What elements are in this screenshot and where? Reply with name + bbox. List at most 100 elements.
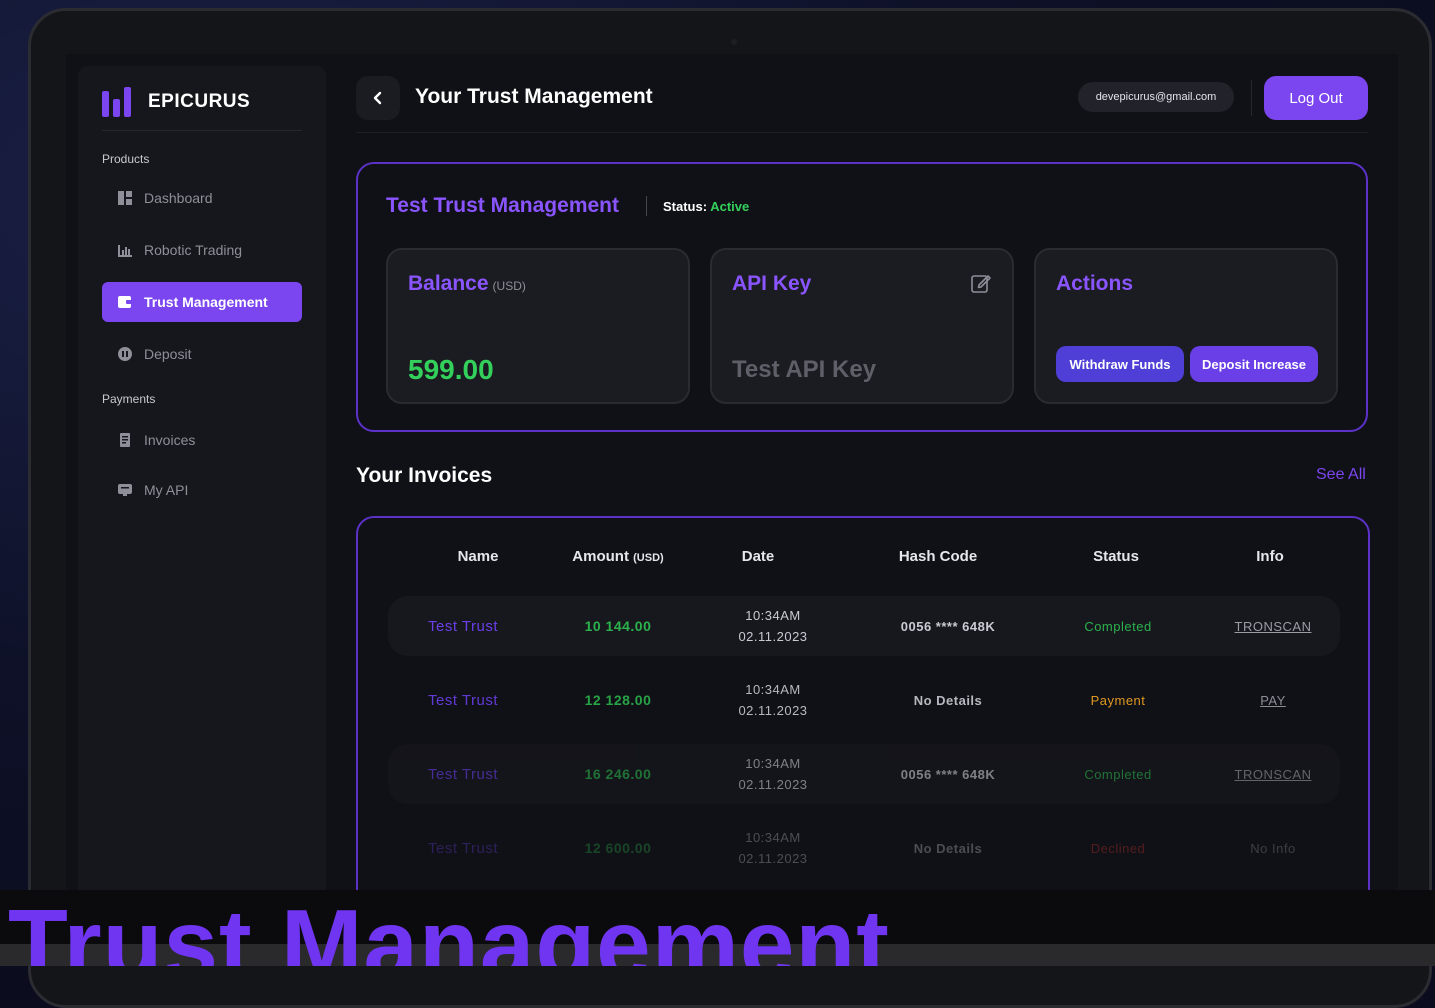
section-payments: Payments (102, 392, 156, 406)
balance-title: Balance (USD) (408, 272, 526, 296)
sidebar-item-dashboard[interactable]: Dashboard (102, 178, 302, 218)
logout-button[interactable]: Log Out (1264, 76, 1368, 120)
camera-dot (731, 39, 737, 45)
see-all-link[interactable]: See All (1316, 466, 1366, 484)
row-datetime: 10:34AM 02.11.2023 (698, 818, 848, 878)
row-amount: 16 246.00 (584, 766, 652, 782)
status-label: Status: (663, 199, 708, 214)
sidebar-item-robotic-trading[interactable]: Robotic Trading (102, 230, 302, 270)
deposit-increase-button[interactable]: Deposit Increase (1190, 346, 1318, 382)
row-hash: 0056 **** 648K (900, 618, 996, 634)
header-underline (356, 132, 1368, 133)
chart-icon (118, 243, 132, 257)
logo-icon (102, 87, 134, 117)
row-amount: 10 144.00 (584, 618, 652, 634)
column-header-name: Name (457, 548, 499, 565)
row-status: Payment (1090, 692, 1146, 708)
trust-status: Status: Active (663, 199, 749, 214)
row-date: 02.11.2023 (738, 777, 808, 792)
wallet-icon (118, 295, 132, 309)
table-row[interactable]: Test Trust 12 128.00 10:34AM 02.11.2023 … (388, 670, 1340, 730)
status-badge: Active (710, 199, 750, 214)
sidebar-item-label: Robotic Trading (144, 242, 243, 258)
row-hash: 0056 **** 648K (900, 766, 996, 782)
sidebar-item-deposit[interactable]: Deposit (102, 334, 302, 374)
actions-title: Actions (1056, 272, 1134, 295)
trust-panel: Test Trust Management Status: Active Bal… (356, 162, 1368, 432)
row-datetime: 10:34AM 02.11.2023 (698, 744, 848, 804)
row-name[interactable]: Test Trust (388, 670, 538, 730)
dashboard-icon (118, 191, 132, 205)
balance-label: Balance (408, 272, 489, 295)
column-header-status: Status (1093, 548, 1139, 565)
chevron-left-icon (373, 91, 382, 105)
column-header-info: Info (1256, 548, 1284, 565)
row-datetime: 10:34AM 02.11.2023 (698, 670, 848, 730)
sidebar-item-label: Deposit (144, 346, 192, 362)
row-time: 10:34AM (745, 608, 801, 623)
column-header-date: Date (741, 548, 775, 565)
row-hash: No Details (913, 840, 983, 856)
table-row[interactable]: Test Trust 16 246.00 10:34AM 02.11.2023 … (388, 744, 1340, 804)
row-info-link[interactable]: TRONSCAN (1208, 596, 1338, 656)
row-time: 10:34AM (745, 682, 801, 697)
api-key-title: API Key (732, 272, 812, 295)
row-name[interactable]: Test Trust (388, 744, 538, 804)
sidebar-item-my-api[interactable]: My API (102, 470, 302, 510)
row-amount: 12 128.00 (584, 692, 652, 708)
actions-card: Actions Withdraw Funds Deposit Increase (1034, 248, 1338, 404)
api-icon (118, 483, 132, 497)
row-status: Completed (1084, 618, 1152, 634)
trust-title: Test Trust Management (386, 194, 619, 217)
sidebar-divider (102, 130, 302, 131)
deposit-icon (118, 347, 132, 361)
row-info-text: No Info (1250, 840, 1296, 856)
invoices-table: Name Amount (USD) Date Hash Code Status … (356, 516, 1370, 894)
edit-icon[interactable] (970, 272, 992, 294)
header-divider (1251, 80, 1252, 116)
page-title: Your Trust Management (415, 85, 653, 108)
row-info-link[interactable]: PAY (1208, 670, 1338, 730)
row-info-link[interactable]: TRONSCAN (1208, 744, 1338, 804)
user-email: devepicurus@gmail.com (1078, 82, 1234, 112)
row-name[interactable]: Test Trust (388, 818, 538, 878)
balance-value: 599.00 (408, 354, 494, 385)
row-date: 02.11.2023 (738, 703, 808, 718)
api-key-value[interactable]: Test API Key (732, 356, 876, 384)
back-button[interactable] (356, 76, 400, 120)
row-hash: No Details (913, 692, 983, 708)
row-time: 10:34AM (745, 756, 801, 771)
section-products: Products (102, 152, 150, 166)
invoices-title: Your Invoices (356, 464, 493, 487)
brand[interactable]: EPICURUS (102, 84, 250, 120)
sidebar-item-label: Trust Management (144, 294, 268, 310)
balance-unit: (USD) (492, 279, 526, 293)
column-header-hash: Hash Code (898, 548, 978, 565)
row-date: 02.11.2023 (738, 851, 808, 866)
invoice-icon (118, 433, 132, 447)
row-datetime: 10:34AM 02.11.2023 (698, 596, 848, 656)
amount-header-label: Amount (572, 548, 629, 565)
api-key-card: API Key Test API Key (710, 248, 1014, 404)
sidebar-item-label: Invoices (144, 432, 196, 448)
brand-name: EPICURUS (148, 91, 251, 112)
column-header-amount: Amount (USD) (548, 548, 688, 565)
sidebar-item-label: My API (144, 482, 189, 498)
row-date: 02.11.2023 (738, 629, 808, 644)
title-divider (646, 196, 647, 216)
amount-header-unit: (USD) (633, 552, 664, 564)
row-name[interactable]: Test Trust (388, 596, 538, 656)
sidebar-item-trust-management[interactable]: Trust Management (102, 282, 302, 322)
app-screen: EPICURUS Products Dashboard Robotic Trad… (66, 54, 1398, 894)
row-amount: 12 600.00 (584, 840, 652, 856)
table-row[interactable]: Test Trust 10 144.00 10:34AM 02.11.2023 … (388, 596, 1340, 656)
balance-card: Balance (USD) 599.00 (386, 248, 690, 404)
sidebar-item-invoices[interactable]: Invoices (102, 420, 302, 460)
row-time: 10:34AM (745, 830, 801, 845)
sidebar-item-label: Dashboard (144, 190, 213, 206)
row-status: Declined (1090, 840, 1146, 856)
row-status: Completed (1084, 766, 1152, 782)
withdraw-funds-button[interactable]: Withdraw Funds (1056, 346, 1184, 382)
caption-heading: Trust Management (8, 889, 890, 966)
table-row[interactable]: Test Trust 12 600.00 10:34AM 02.11.2023 … (388, 818, 1340, 878)
